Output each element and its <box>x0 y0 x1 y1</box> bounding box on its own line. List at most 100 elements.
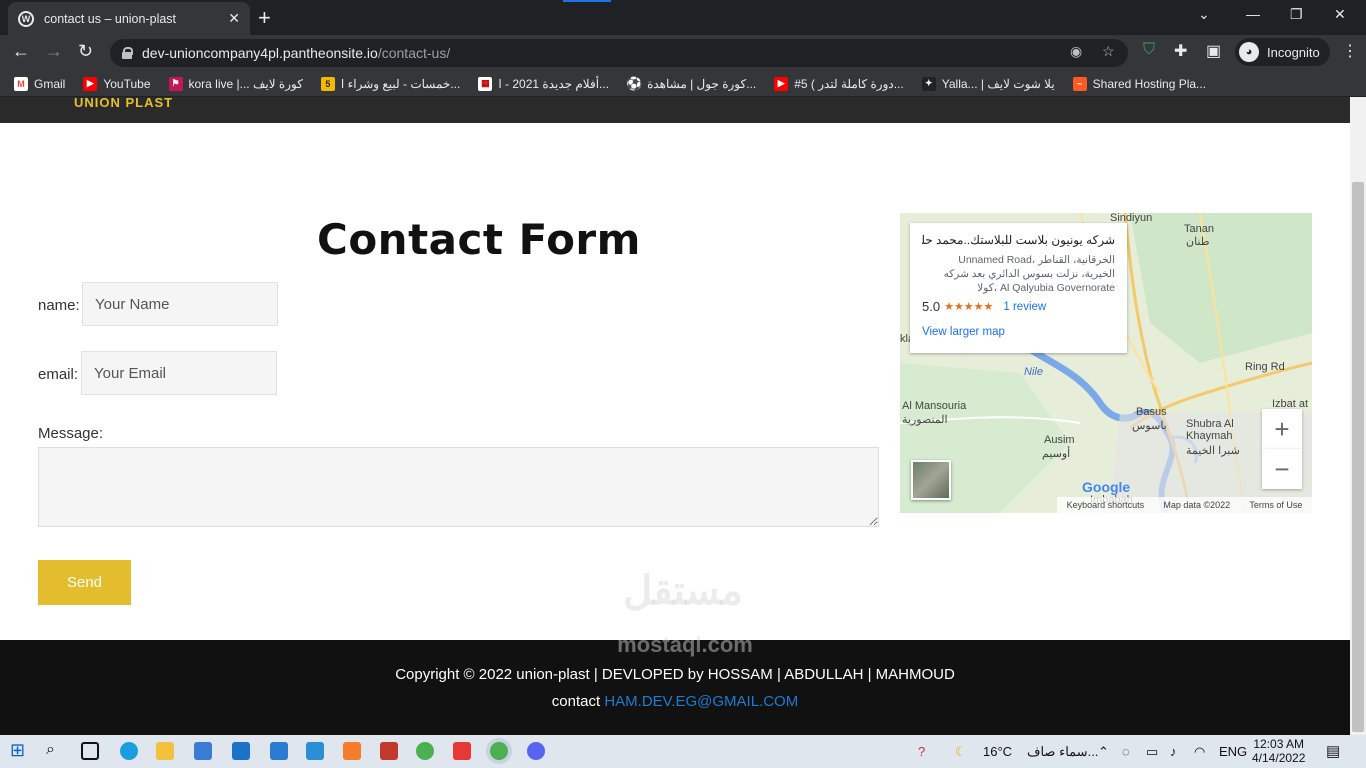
tray-chevron-icon[interactable]: ⌃ <box>1098 744 1109 760</box>
bookmark-item[interactable]: M Gmail <box>14 76 65 91</box>
temperature[interactable]: 16°C <box>983 744 1012 759</box>
app-red-icon[interactable] <box>380 742 398 760</box>
menu-icon[interactable]: ⋮ <box>1342 41 1358 61</box>
bookmark-item[interactable]: ~ Shared Hosting Pla... <box>1072 76 1206 91</box>
store-icon[interactable] <box>194 742 212 760</box>
minimize-icon[interactable]: — <box>1246 6 1260 22</box>
weather-moon-icon: ☾ <box>955 744 967 759</box>
bookmark-item[interactable]: ▦ أفلام جديدة 2021 - ا... <box>478 76 609 91</box>
profile-label: Incognito <box>1267 44 1320 60</box>
send-button[interactable]: Send <box>38 560 131 605</box>
map-label-shubra: Shubra Al Khaymah <box>1186 418 1234 442</box>
bookmark-item[interactable]: ⚽ كورة جول | مشاهدة... <box>625 75 756 91</box>
chrome-incognito-icon[interactable] <box>490 742 508 760</box>
bookmark-item[interactable]: ✦ Yalla... | يلا شوت لايف <box>921 76 1055 91</box>
bookmark-item[interactable]: ⚑ kora live |... كورة لايف <box>168 76 303 91</box>
back-icon[interactable]: ← <box>12 41 30 62</box>
tab-strip-accent <box>563 0 611 2</box>
email-label: email: <box>38 366 79 383</box>
page-scrollbar[interactable] <box>1350 97 1366 735</box>
satellite-toggle[interactable] <box>911 460 951 500</box>
bookmark-item[interactable]: 5 خمسات - لبيع وشراء ا... <box>320 76 460 91</box>
help-icon[interactable]: ? <box>918 744 925 759</box>
tray-app-icon[interactable]: ◌ <box>1122 744 1130 759</box>
hosting-icon: ~ <box>1072 76 1087 91</box>
bookmark-star-icon[interactable]: ☆ <box>1102 43 1115 60</box>
file-explorer-icon[interactable] <box>156 742 174 760</box>
battery-icon[interactable]: ▭ <box>1146 744 1158 760</box>
zoom-out-icon[interactable]: − <box>1262 449 1302 489</box>
search-icon[interactable]: ⌕ <box>46 741 64 759</box>
tab-strip: W contact us – union-plast ✕ + ⌄ — ❐ ✕ <box>0 0 1366 35</box>
place-name: شركه يونيون بلاست للبلاستك..محمد حلمي... <box>922 233 1115 247</box>
clock-time: 12:03 AM <box>1253 737 1305 751</box>
new-tab-icon[interactable]: + <box>258 5 271 31</box>
app-19-icon[interactable] <box>306 742 324 760</box>
incognito-badge[interactable]: ◕ Incognito <box>1235 38 1330 66</box>
vscode-icon[interactable] <box>270 742 288 760</box>
url-path: /contact-us/ <box>377 45 451 61</box>
map-label-nile: Nile <box>1024 366 1043 378</box>
name-label: name: <box>38 297 80 314</box>
zoom-in-icon[interactable]: + <box>1262 409 1302 449</box>
edge-icon[interactable] <box>120 742 138 760</box>
site-logo[interactable]: UNION PLAST <box>74 97 173 110</box>
wifi-icon[interactable]: ◠ <box>1194 744 1205 760</box>
gmail-icon: M <box>14 76 28 91</box>
map-label-shubra-ar: شبرا الخيمة <box>1186 445 1240 457</box>
keyboard-shortcuts-link[interactable]: Keyboard shortcuts <box>1067 500 1145 510</box>
tab-search-icon[interactable]: ⌄ <box>1198 6 1210 23</box>
contact-email-link[interactable]: HAM.DEV.EG@GMAIL.COM <box>604 693 798 710</box>
system-clock[interactable]: 12:03 AM 4/14/2022 <box>1252 737 1305 765</box>
weather-text[interactable]: سماء صاف... <box>1027 744 1098 760</box>
movies-site-icon: ▦ <box>478 76 493 91</box>
tracking-blocked-icon[interactable]: ◉ <box>1070 43 1082 60</box>
rating-stars-icon: ★★★★★ <box>944 301 994 313</box>
reload-icon[interactable]: ↻ <box>78 41 93 62</box>
reviews-link[interactable]: 1 review <box>1003 301 1046 313</box>
shield-extension-icon[interactable]: ⛉ <box>1143 41 1155 59</box>
close-window-icon[interactable]: ✕ <box>1334 6 1346 23</box>
bookmarks-bar: M Gmail ▶ YouTube ⚑ kora live |... كورة لاي… <box>0 71 1366 97</box>
contact-line: contact HAM.DEV.EG@GMAIL.COM <box>0 693 1350 710</box>
khamsat-icon: 5 <box>320 76 335 91</box>
mail-icon[interactable] <box>232 742 250 760</box>
active-tab[interactable]: W contact us – union-plast ✕ <box>8 2 250 35</box>
discord-icon[interactable] <box>527 742 545 760</box>
page-title: Contact Form <box>317 215 641 264</box>
windows-start-icon[interactable]: ⊞ <box>10 740 28 760</box>
pocket-icon[interactable] <box>453 742 471 760</box>
map-label-mansouria-ar: المنصورية <box>902 414 948 426</box>
chrome-icon[interactable] <box>416 742 434 760</box>
place-info-card: شركه يونيون بلاست للبلاستك..محمد حلمي...… <box>910 223 1127 353</box>
scrollbar-thumb[interactable] <box>1352 182 1364 732</box>
xampp-icon[interactable] <box>343 742 361 760</box>
bookmark-item[interactable]: ▶ YouTube <box>83 76 151 91</box>
forward-icon[interactable]: → <box>45 41 63 62</box>
lock-icon[interactable] <box>122 47 133 59</box>
notifications-icon[interactable]: ▤ <box>1326 742 1340 760</box>
football-icon: ⚽ <box>625 75 643 91</box>
name-input[interactable] <box>82 282 278 326</box>
extensions-puzzle-icon[interactable]: ✚ <box>1174 41 1187 61</box>
view-larger-map-link[interactable]: View larger map <box>922 326 1115 338</box>
maximize-icon[interactable]: ❐ <box>1290 6 1303 23</box>
map-label-basus-ar: باسوس <box>1132 420 1167 432</box>
message-textarea[interactable] <box>38 447 879 527</box>
place-address: Unnamed Road، الخرقانية، القناطر الخيرية… <box>943 254 1115 294</box>
kora-live-icon: ⚑ <box>168 76 183 91</box>
volume-icon[interactable]: ♪ <box>1170 744 1177 759</box>
rating-value: 5.0 <box>922 299 941 314</box>
address-bar[interactable]: dev-unioncompany4pl.pantheonsite.io/cont… <box>110 39 1128 67</box>
watermark-arabic: مستقل <box>623 569 743 613</box>
email-input[interactable] <box>81 351 277 395</box>
bookmark-item[interactable]: ▶ #5 ( دورة كاملة لتدر... <box>774 76 904 91</box>
close-tab-icon[interactable]: ✕ <box>228 10 240 27</box>
map-attribution: Keyboard shortcuts Map data ©2022 Terms … <box>1057 497 1312 513</box>
google-map[interactable]: Sindiyun Tanan طنان kla Nile Ring Rd Al … <box>900 213 1312 513</box>
language-indicator[interactable]: ENG <box>1219 744 1247 759</box>
place-rating: 5.0 ★★★★★ 1 review <box>922 299 1115 314</box>
terms-link[interactable]: Terms of Use <box>1249 500 1302 510</box>
side-panel-icon[interactable]: ▣ <box>1206 41 1221 61</box>
task-view-icon[interactable] <box>81 742 99 760</box>
